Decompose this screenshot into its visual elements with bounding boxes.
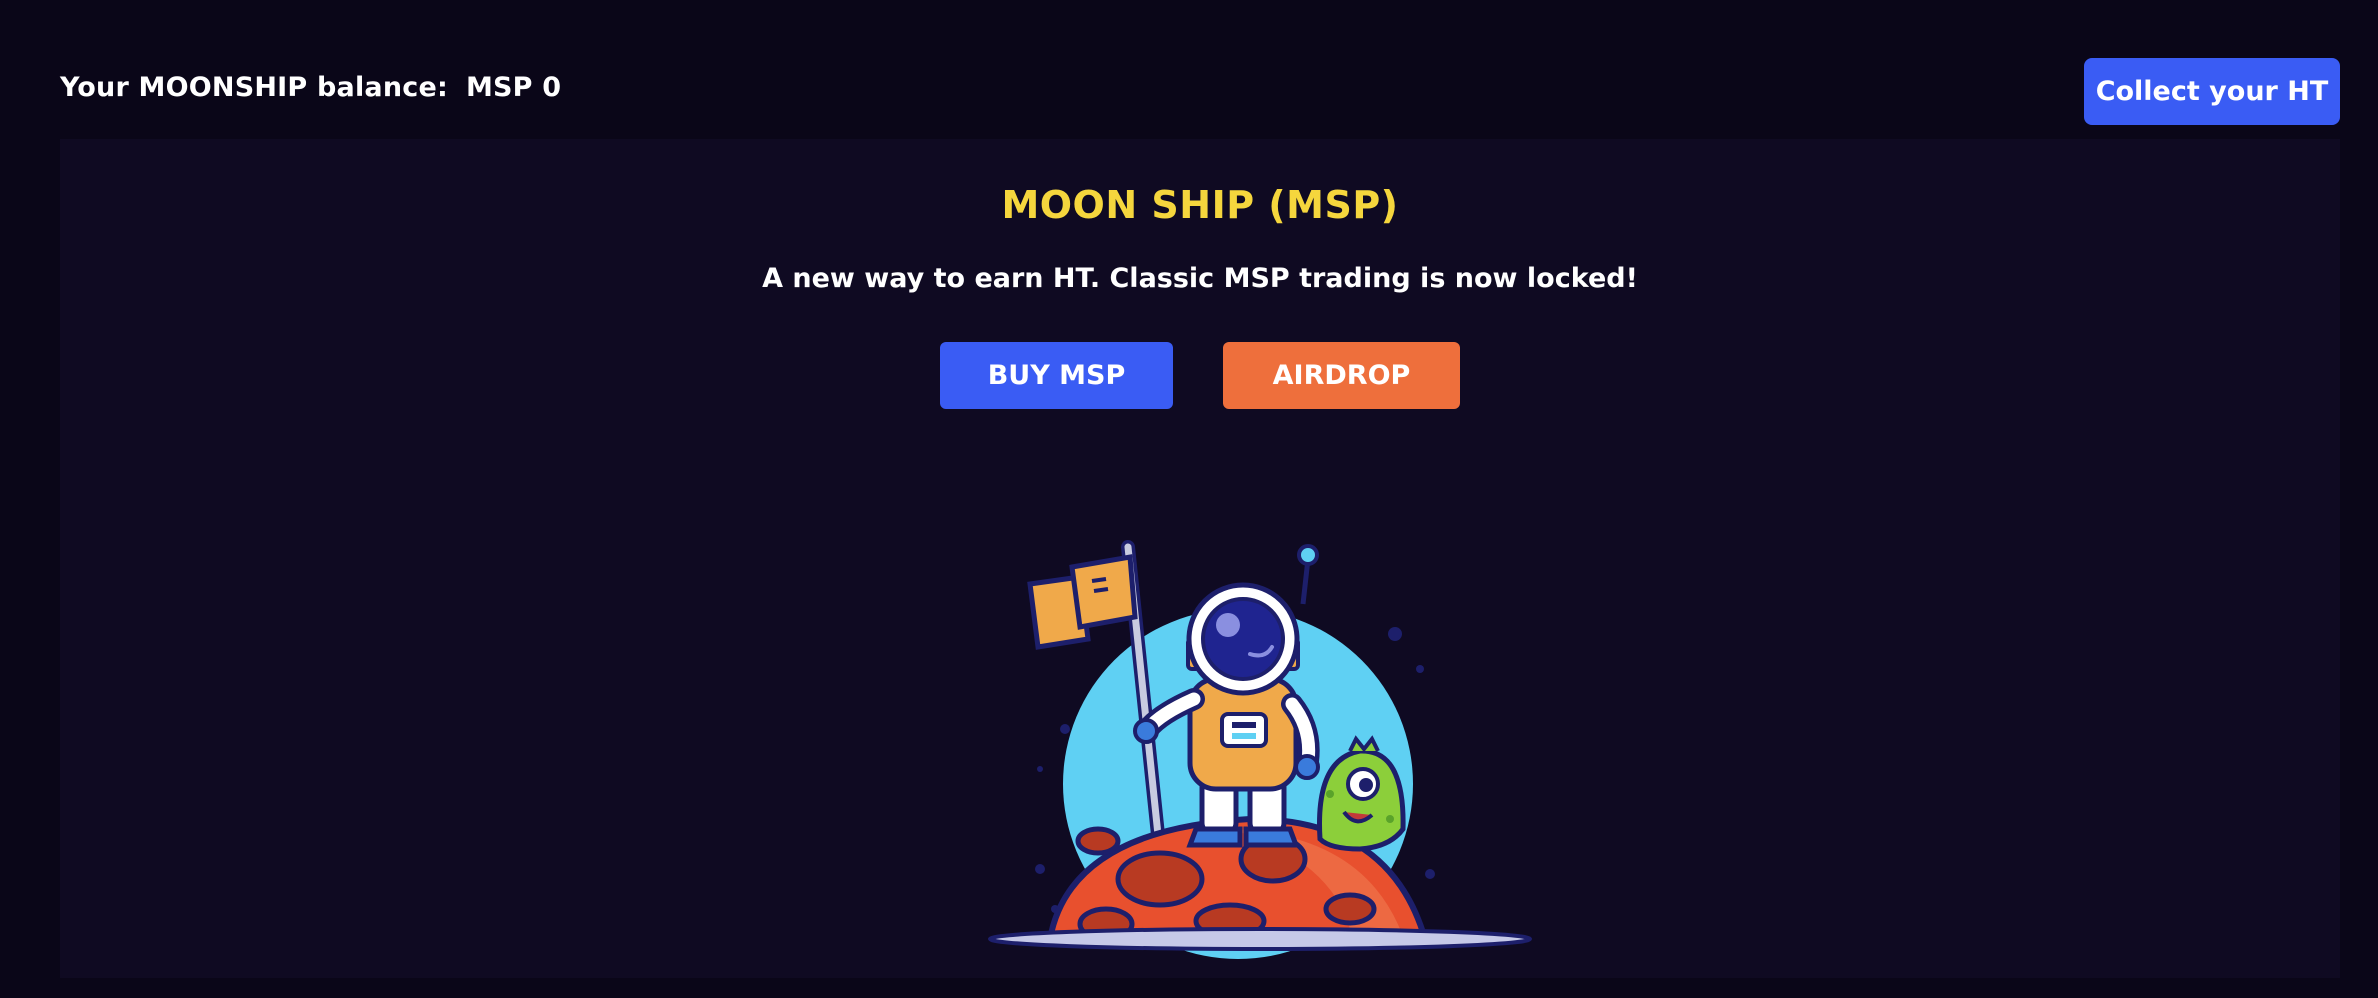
top-bar: Your MOONSHIP balance: MSP 0 Collect your… <box>0 0 2378 138</box>
buy-msp-button[interactable]: BUY MSP <box>940 342 1173 409</box>
collect-ht-button[interactable]: Collect your HT <box>2084 58 2340 125</box>
main-panel: MOON SHIP (MSP) A new way to earn HT. Cl… <box>60 139 2340 978</box>
balance-value: MSP 0 <box>465 72 562 103</box>
airdrop-button[interactable]: AIRDROP <box>1223 342 1460 409</box>
page-subtitle: A new way to earn HT. Classic MSP tradin… <box>762 263 1638 294</box>
flag <box>1027 554 1138 650</box>
balance-label: Your MOONSHIP balance: <box>60 72 448 103</box>
astronaut-on-moon-illustration <box>988 540 1532 959</box>
page-title: MOON SHIP (MSP) <box>1001 183 1399 227</box>
balance-display: Your MOONSHIP balance: MSP 0 <box>60 72 561 103</box>
